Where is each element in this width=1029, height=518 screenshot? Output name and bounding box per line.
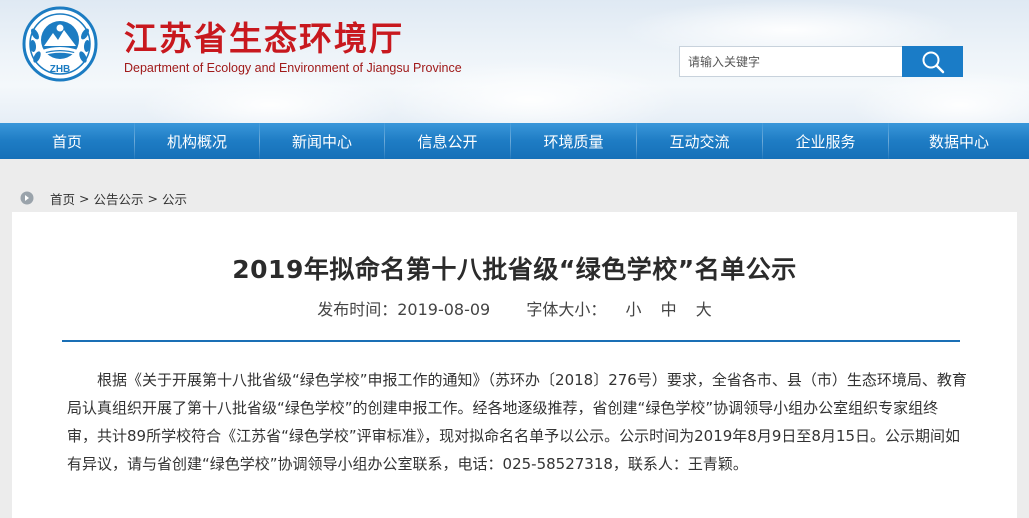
article-body: 根据《关于开展第十八批省级“绿色学校”申报工作的通知》（苏环办〔2018〕276… (67, 371, 967, 473)
header-cloud-decoration (140, 70, 400, 123)
search-button[interactable] (902, 46, 963, 77)
article-title: 2019年拟命名第十八批省级“绿色学校”名单公示 (232, 255, 797, 284)
nav-item-about[interactable]: 机构概况 (135, 123, 259, 159)
logo-abbrev-text: ZHB (50, 64, 71, 75)
nav-item-interaction[interactable]: 互动交流 (637, 123, 762, 159)
site-title-cn: 江苏省生态环境厅 (124, 19, 404, 58)
nav-item-environment-quality[interactable]: 环境质量 (511, 123, 636, 159)
nav-item-news[interactable]: 新闻中心 (260, 123, 384, 159)
main-nav: 首页 机构概况 新闻中心 信息公开 环境质量 互动交流 企业服务 数据中心 (0, 123, 1029, 159)
title-divider (62, 340, 960, 342)
article-panel: 2019年拟命名第十八批省级“绿色学校”名单公示 发布时间：2019-08-09… (12, 212, 1017, 518)
font-size-medium-button[interactable]: 中 (661, 296, 677, 320)
search-input[interactable] (680, 47, 902, 76)
breadcrumb-separator: > (79, 190, 90, 206)
nav-item-home[interactable]: 首页 (0, 123, 134, 159)
header-cloud-decoration (850, 70, 1029, 123)
font-size-small-button[interactable]: 小 (626, 296, 642, 320)
breadcrumb: 首页 > 公告公示 > 公示 (20, 188, 187, 208)
nav-item-enterprise[interactable]: 企业服务 (763, 123, 888, 159)
search-icon (922, 51, 944, 73)
location-icon (20, 191, 34, 205)
nav-item-data-center[interactable]: 数据中心 (889, 123, 1029, 159)
publish-date: 2019-08-09 (397, 300, 491, 319)
breadcrumb-home[interactable]: 首页 (50, 189, 75, 208)
font-size-large-button[interactable]: 大 (696, 296, 712, 320)
nav-item-disclosure[interactable]: 信息公开 (385, 123, 510, 159)
breadcrumb-notice[interactable]: 公示 (162, 189, 187, 208)
environment-emblem-icon[interactable]: ZHB (22, 6, 98, 82)
breadcrumb-separator: > (147, 190, 158, 206)
article-meta: 发布时间：2019-08-09 字体大小： 小 中 大 (12, 296, 1017, 320)
font-size-label: 字体大小： (526, 300, 607, 319)
site-title-en: Department of Ecology and Environment of… (124, 61, 462, 75)
site-header: ZHB 江苏省生态环境厅 Department of Ecology and E… (0, 0, 1029, 123)
publish-label: 发布时间： (317, 300, 398, 319)
search-box (679, 46, 963, 77)
breadcrumb-announcements[interactable]: 公告公示 (94, 189, 144, 208)
